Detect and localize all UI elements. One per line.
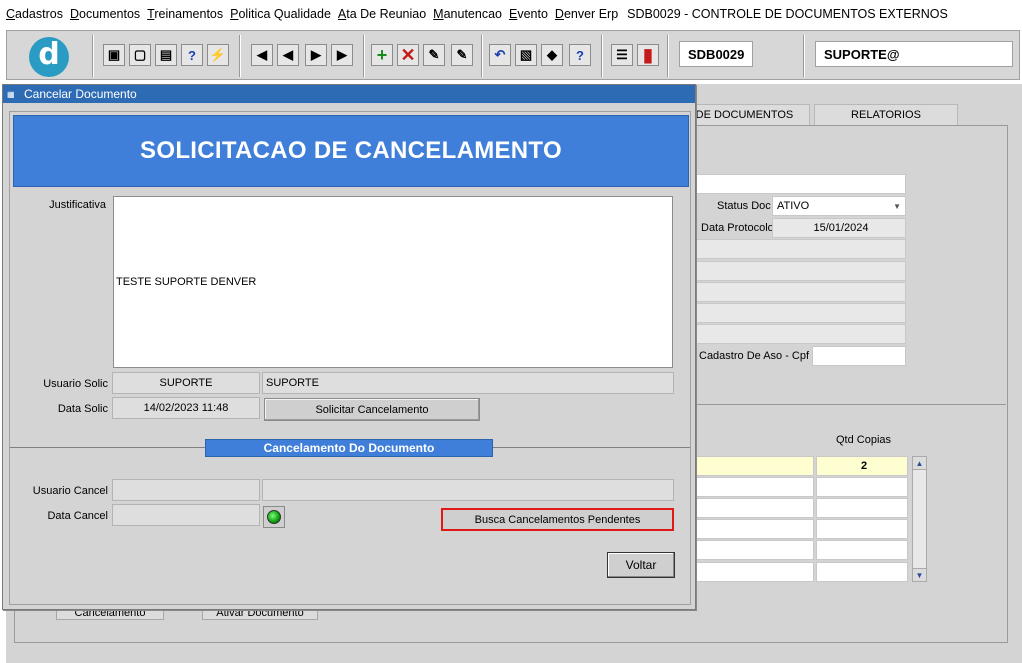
bg-field-row3 (690, 239, 906, 259)
scroll-down-icon[interactable]: ▼ (913, 568, 926, 581)
menu-icon[interactable]: ☰ (611, 44, 633, 66)
clipboard-icon[interactable]: ▧ (515, 44, 537, 66)
usuario-solic-name-field: SUPORTE (262, 372, 674, 394)
print-preview-icon[interactable]: ✎ (423, 44, 445, 66)
menu-treinamentos[interactable]: Treinamentos (147, 7, 223, 21)
window-title: SDB0029 - CONTROLE DE DOCUMENTOS EXTERNO… (627, 7, 948, 21)
menu-bar: Cadastros Documentos Treinamentos Politi… (0, 0, 1022, 28)
edit-icon[interactable]: ✎ (451, 44, 473, 66)
dialog-titlebar[interactable]: ▦ Cancelar Documento (3, 85, 695, 103)
cancelar-documento-dialog: ▦ Cancelar Documento SOLICITACAO DE CANC… (2, 84, 696, 610)
bg-field-top[interactable] (690, 174, 906, 194)
usuario-cancel-label: Usuario Cancel (32, 485, 108, 497)
bg-field-row4 (690, 261, 906, 281)
toolbar-separator (239, 35, 241, 77)
cadastro-aso-label: Cadastro De Aso - Cpf (699, 350, 810, 362)
menu-cadastros[interactable]: Cadastros (6, 7, 63, 21)
usuario-solic-label: Usuario Solic (43, 378, 108, 390)
bg-divider (690, 404, 1006, 405)
grid-row-6-qtd[interactable] (816, 562, 908, 582)
grid-row-4-qtd[interactable] (816, 519, 908, 539)
user-box: SUPORTE@ (815, 41, 1013, 67)
grid-row-5-doc[interactable] (690, 540, 814, 560)
scroll-up-icon[interactable]: ▲ (913, 457, 926, 470)
bg-field-row5 (690, 282, 906, 302)
data-protocolo-field: 15/01/2024 (772, 218, 906, 238)
execute-query-icon[interactable]: ⚡ (207, 44, 229, 66)
print-icon[interactable]: ▤ (155, 44, 177, 66)
insert-record-icon[interactable]: + (371, 44, 393, 66)
previous-record-icon[interactable]: ◀ (277, 44, 299, 66)
solicitar-cancelamento-button[interactable]: Solicitar Cancelamento (264, 398, 480, 421)
green-light-icon (267, 510, 281, 524)
data-solic-label: Data Solic (57, 403, 108, 415)
grid-row-2-doc[interactable] (690, 477, 814, 497)
form-code-box: SDB0029 (679, 41, 753, 67)
usuario-cancel-code-field (112, 479, 260, 501)
chevron-down-icon: ▼ (893, 201, 901, 211)
menu-documentos[interactable]: Documentos (70, 7, 140, 21)
justificativa-label: Justificativa (49, 199, 106, 211)
menu-politica-qualidade[interactable]: Politica Qualidade (230, 7, 331, 21)
dialog-banner: SOLICITACAO DE CANCELAMENTO (13, 115, 689, 187)
delete-record-icon[interactable]: ✕ (397, 44, 419, 66)
window-icon: ▦ (7, 89, 15, 99)
data-cancel-label: Data Cancel (47, 510, 108, 522)
dialog-title: Cancelar Documento (24, 87, 137, 101)
grid-row-1-doc[interactable] (690, 456, 814, 476)
status-doc-label: Status Doc (717, 200, 771, 212)
usuario-solic-code-field: SUPORTE (112, 372, 260, 394)
first-record-icon[interactable]: ◀ (251, 44, 273, 66)
dialog-body: SOLICITACAO DE CANCELAMENTO Justificativ… (9, 111, 691, 605)
grid-row-5-qtd[interactable] (816, 540, 908, 560)
data-cancel-field (112, 504, 260, 526)
cadastro-aso-field[interactable] (812, 346, 906, 366)
menu-ata-de-reuniao[interactable]: Ata De Reuniao (338, 7, 426, 21)
toolbar-separator (363, 35, 365, 77)
menu-manutencao[interactable]: Manutencao (433, 7, 502, 21)
undo-icon[interactable]: ↶ (489, 44, 511, 66)
data-protocolo-label: Data Protocolo (701, 222, 774, 234)
cancelamento-section-header: Cancelamento Do Documento (205, 439, 493, 457)
toolbar-separator (92, 35, 94, 77)
usuario-cancel-name-field (262, 479, 674, 501)
last-record-icon[interactable]: ▶ (331, 44, 353, 66)
bg-field-row7 (690, 324, 906, 344)
busca-cancelamentos-pendentes-button[interactable]: Busca Cancelamentos Pendentes (441, 508, 674, 531)
grid-row-3-doc[interactable] (690, 498, 814, 518)
grid-row-3-qtd[interactable] (816, 498, 908, 518)
lock-icon[interactable]: ◆ (541, 44, 563, 66)
toolbar-separator (667, 35, 669, 77)
monitor-icon[interactable]: ▢ (129, 44, 151, 66)
tab-relatorios[interactable]: RELATORIOS (814, 104, 958, 125)
menu-denver-erp[interactable]: Denver Erp (555, 7, 618, 21)
menu-evento[interactable]: Evento (509, 7, 548, 21)
query-icon[interactable]: ? (181, 44, 203, 66)
justificativa-text: TESTE SUPORTE DENVER (116, 276, 257, 288)
toolbar-separator (601, 35, 603, 77)
next-record-icon[interactable]: ▶ (305, 44, 327, 66)
toolbar: d ▣ ▢ ▤ ? ⚡ ◀ ◀ ▶ ▶ + ✕ ✎ ✎ ↶ ▧ ◆ ? ☰ ▮ … (6, 30, 1020, 80)
qtd-copias-label: Qtd Copias (836, 434, 892, 446)
justificativa-textarea[interactable]: TESTE SUPORTE DENVER (113, 196, 673, 368)
grid-row-1-qtd[interactable]: 2 (816, 456, 908, 476)
app-logo: d (29, 37, 69, 77)
grid-row-4-doc[interactable] (690, 519, 814, 539)
help-icon[interactable]: ? (569, 44, 591, 66)
voltar-button[interactable]: Voltar (607, 552, 675, 578)
status-doc-value: ATIVO (777, 200, 810, 212)
grid-scrollbar[interactable]: ▲ ▼ (912, 456, 927, 582)
toolbar-separator (803, 35, 805, 77)
status-doc-select[interactable]: ATIVO ▼ (772, 196, 906, 216)
save-icon[interactable]: ▣ (103, 44, 125, 66)
grid-row-2-qtd[interactable] (816, 477, 908, 497)
toolbar-separator (481, 35, 483, 77)
bg-field-row6 (690, 303, 906, 323)
grid-row-6-doc[interactable] (690, 562, 814, 582)
exit-icon[interactable]: ▮ (637, 44, 659, 66)
status-light-button[interactable] (263, 506, 285, 528)
data-solic-field: 14/02/2023 11:48 (112, 397, 260, 419)
